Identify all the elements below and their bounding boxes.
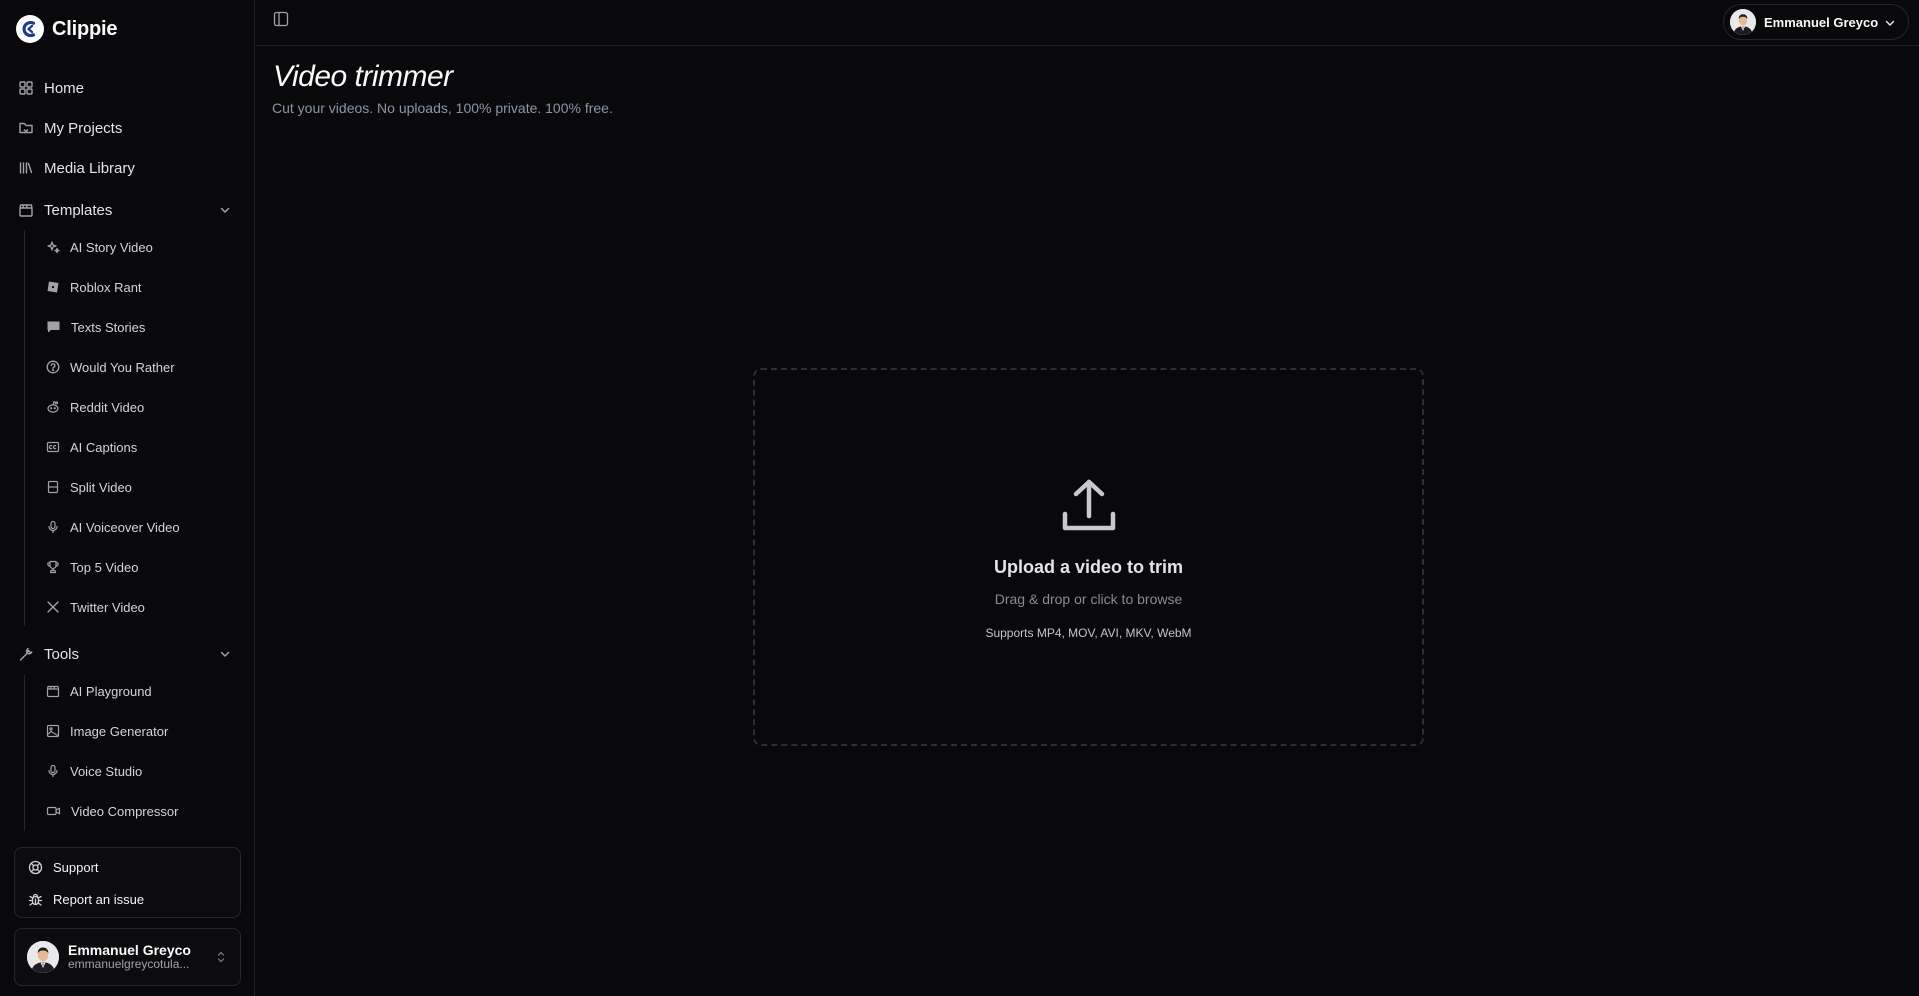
templates-tree-line xyxy=(24,230,25,626)
sidebar-item-label: Would You Rather xyxy=(70,359,175,375)
sidebar-toggle-button[interactable] xyxy=(270,9,292,29)
mic-icon xyxy=(48,764,58,778)
sidebar-item-label: Texts Stories xyxy=(71,319,146,335)
question-icon xyxy=(46,360,60,374)
report-issue-link[interactable]: Report an issue xyxy=(28,886,144,912)
mic-icon xyxy=(48,520,58,534)
sidebar-item-media-library[interactable]: Media Library xyxy=(14,152,240,184)
sidebar-item-label: Split Video xyxy=(70,479,132,495)
sidebar-item-roblox-rant[interactable]: Roblox Rant xyxy=(42,272,238,302)
sidebar-item-image-generator[interactable]: Image Generator xyxy=(42,716,238,746)
sidebar-item-texts-stories[interactable]: Texts Stories xyxy=(42,312,238,342)
page-subtitle: Cut your videos. No uploads, 100% privat… xyxy=(272,100,613,116)
wrench-icon xyxy=(19,647,33,661)
sidebar-item-home[interactable]: Home xyxy=(14,72,240,104)
sidebar-item-label: Twitter Video xyxy=(70,599,145,615)
brand-name: Clippie xyxy=(52,17,118,40)
tools-section-label: Tools xyxy=(44,645,80,663)
sidebar-item-twitter-video[interactable]: Twitter Video xyxy=(42,592,238,622)
trophy-icon xyxy=(47,560,59,574)
chevron-down-icon xyxy=(220,207,230,213)
sidebar-item-label: Media Library xyxy=(44,159,135,177)
templates-section-toggle[interactable]: Templates xyxy=(14,195,240,225)
tools-tree-line xyxy=(24,675,25,831)
sidebar-item-label: AI Playground xyxy=(70,683,152,699)
sidebar-item-label: Voice Studio xyxy=(70,763,143,779)
sidebar-item-label: AI Captions xyxy=(70,439,138,455)
account-name: Emmanuel Greyco xyxy=(1764,14,1879,30)
video-icon xyxy=(46,806,61,816)
sidebar-item-label: My Projects xyxy=(44,119,123,137)
sidebar-item-ai-story-video[interactable]: AI Story Video xyxy=(42,232,238,262)
user-email: emmanuelgreycotula... xyxy=(68,958,190,972)
user-name: Emmanuel Greyco xyxy=(68,942,191,959)
x-logo-icon xyxy=(47,601,59,613)
clippie-logo-icon xyxy=(16,15,44,43)
dropzone-subtitle: Drag & drop or click to browse xyxy=(994,591,1183,607)
sidebar-item-label: Video Compressor xyxy=(71,803,179,819)
tools-section-toggle[interactable]: Tools xyxy=(14,639,240,669)
sidebar-item-label: AI Voiceover Video xyxy=(70,519,180,535)
report-issue-label: Report an issue xyxy=(53,891,145,907)
templates-section-label: Templates xyxy=(44,201,113,219)
brand[interactable]: Clippie xyxy=(16,15,117,43)
reddit-icon xyxy=(47,401,59,413)
sidebar-item-would-you-rather[interactable]: Would You Rather xyxy=(42,352,238,382)
help-card: Support Report an issue xyxy=(14,847,241,918)
clapper-icon xyxy=(46,685,60,698)
sidebar-item-label: Reddit Video xyxy=(70,399,145,415)
sidebar-item-label: Roblox Rant xyxy=(70,279,142,295)
sidebar-item-ai-captions[interactable]: AI Captions xyxy=(42,432,238,462)
sidebar-item-my-projects[interactable]: My Projects xyxy=(14,112,240,144)
account-menu-button[interactable]: Emmanuel Greyco xyxy=(1723,4,1909,40)
page-title: Video trimmer xyxy=(273,60,453,93)
lifebuoy-icon xyxy=(28,860,43,874)
support-link[interactable]: Support xyxy=(28,854,99,880)
sidebar-item-voice-studio[interactable]: Voice Studio xyxy=(42,756,238,786)
sidebar-user-menu[interactable]: Emmanuel Greyco emmanuelgreycotula... xyxy=(14,928,241,986)
avatar xyxy=(27,941,59,973)
image-icon xyxy=(46,724,60,738)
sidebar-item-label: AI Story Video xyxy=(70,239,153,255)
dropzone-title: Upload a video to trim xyxy=(993,557,1184,577)
sidebar-item-video-compressor[interactable]: Video Compressor xyxy=(42,796,238,826)
support-label: Support xyxy=(53,859,99,875)
video-upload-dropzone[interactable]: Upload a video to trim Drag & drop or cl… xyxy=(753,368,1424,746)
sidebar-item-ai-playground[interactable]: AI Playground xyxy=(42,676,238,706)
sidebar-item-ai-voiceover-video[interactable]: AI Voiceover Video xyxy=(42,512,238,542)
sidebar: Clippie Home My Projects Media Library T… xyxy=(0,0,255,996)
library-icon xyxy=(19,162,33,174)
bug-icon xyxy=(28,893,43,906)
sidebar-item-label: Image Generator xyxy=(70,723,169,739)
message-icon xyxy=(47,321,60,333)
sidebar-item-label: Top 5 Video xyxy=(70,559,139,575)
topbar: Emmanuel Greyco xyxy=(256,0,1919,46)
chevron-down-icon xyxy=(220,651,230,657)
captions-icon xyxy=(46,441,60,453)
sparkles-icon xyxy=(47,241,60,254)
sidebar-item-top-5-video[interactable]: Top 5 Video xyxy=(42,552,238,582)
upload-icon xyxy=(1062,479,1116,531)
grid-icon xyxy=(19,81,33,95)
panel-left-icon xyxy=(273,11,289,27)
clapper-icon xyxy=(19,204,33,217)
split-icon xyxy=(47,480,59,494)
avatar xyxy=(1730,9,1756,35)
chevron-down-icon xyxy=(1885,20,1895,26)
supported-formats: Supports MP4, MOV, AVI, MKV, WebM xyxy=(985,626,1192,640)
sidebar-item-reddit-video[interactable]: Reddit Video xyxy=(42,392,238,422)
chevrons-up-down-icon xyxy=(217,951,225,963)
roblox-icon xyxy=(47,281,59,293)
sidebar-item-split-video[interactable]: Split Video xyxy=(42,472,238,502)
folder-icon xyxy=(19,122,33,134)
sidebar-item-label: Home xyxy=(44,79,85,97)
